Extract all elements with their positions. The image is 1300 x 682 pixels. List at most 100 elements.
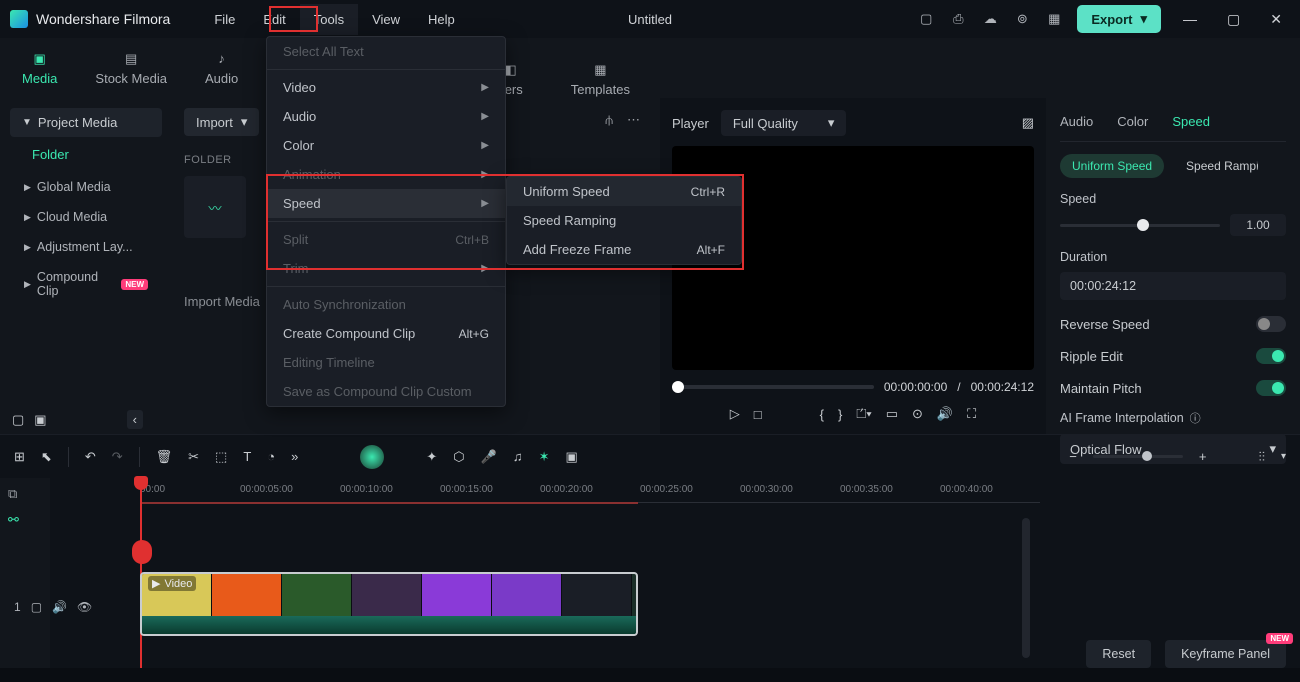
device-icon[interactable]: ▢ [917, 10, 935, 28]
timeline-ruler[interactable]: 00:00 00:00:05:00 00:00:10:00 00:00:15:0… [140, 484, 1040, 512]
shield-icon[interactable]: ⬡ [453, 449, 464, 465]
new-folder-icon[interactable]: ▢ [12, 412, 24, 428]
minimize-button[interactable]: — [1175, 7, 1205, 31]
delete-icon[interactable]: 🗑 [156, 449, 173, 465]
track-folder-icon[interactable]: ▢ [31, 600, 42, 614]
new-bin-icon[interactable]: ▣ [34, 412, 46, 428]
playhead-handle[interactable] [132, 540, 152, 564]
track-mute-icon[interactable]: 🔊 [52, 600, 67, 614]
pitch-toggle[interactable] [1256, 380, 1286, 396]
view-mode-icon[interactable]: ⫶⫶ [1258, 449, 1265, 465]
sidebar-item-compound[interactable]: ▶Compound ClipNEW [10, 262, 162, 306]
marker-tool-icon[interactable]: ▣ [566, 449, 578, 465]
save-icon[interactable]: ⎙ [949, 10, 967, 28]
undo-icon[interactable]: ↶ [85, 449, 96, 465]
sidebar-item-adjustment[interactable]: ▶Adjustment Lay... [10, 232, 162, 262]
snapshot-icon[interactable]: ▨ [1022, 115, 1034, 131]
collapse-icon[interactable]: ‹ [127, 410, 143, 429]
volume-icon[interactable]: 🔊 [937, 406, 953, 422]
filter-icon[interactable]: ⫛ [605, 112, 613, 128]
menu-speed-ramping[interactable]: Speed Ramping [507, 206, 741, 235]
display-icon[interactable]: ▭ [886, 406, 898, 422]
duration-value[interactable]: 00:00:24:12 [1060, 272, 1286, 300]
import-button[interactable]: Import▾ [184, 108, 259, 136]
sidebar-item-cloud[interactable]: ▶Cloud Media [10, 202, 162, 232]
tab-audio[interactable]: ♪ Audio [195, 45, 248, 92]
ai-interp-dropdown[interactable]: Optical Flow▾ [1060, 434, 1286, 464]
menu-view[interactable]: View [358, 4, 414, 35]
keyframe-panel-button[interactable]: Keyframe Panel NEW [1165, 640, 1286, 668]
crop-tool-icon[interactable]: ⬚ [215, 449, 227, 465]
tab-stock-media[interactable]: ▤ Stock Media [85, 45, 177, 92]
camera-icon[interactable]: ⊙ [912, 406, 923, 422]
waveform [142, 616, 636, 634]
crop-icon[interactable]: ⏍▾ [856, 406, 871, 422]
ai-button[interactable] [360, 445, 384, 469]
speed-value[interactable]: 1.00 [1230, 214, 1286, 236]
layout-icon[interactable]: ⊞ [14, 449, 25, 465]
menu-color-sub[interactable]: Color▶ [267, 131, 505, 160]
zoom-slider[interactable] [1093, 455, 1183, 458]
menu-help[interactable]: Help [414, 4, 469, 35]
ripple-toggle[interactable] [1256, 348, 1286, 364]
menu-create-compound[interactable]: Create Compound ClipAlt+G [267, 319, 505, 348]
video-track-clip[interactable]: ▶Video [140, 572, 638, 636]
menu-file[interactable]: File [200, 4, 249, 35]
menu-audio-sub[interactable]: Audio▶ [267, 102, 505, 131]
mic-icon[interactable]: 🎤 [481, 449, 497, 465]
folder-label[interactable]: Folder [10, 137, 162, 172]
tab-media[interactable]: ▣ Media [12, 45, 67, 92]
track-visible-icon[interactable]: 👁 [77, 600, 92, 614]
text-icon[interactable]: T [243, 449, 251, 464]
cloud-icon[interactable]: ☁ [981, 10, 999, 28]
zoom-in-icon[interactable]: + [1199, 449, 1207, 464]
project-media-header[interactable]: ▼ Project Media [10, 108, 162, 137]
play-button[interactable]: ▷ [730, 406, 740, 422]
reset-button[interactable]: Reset [1086, 640, 1151, 668]
export-button[interactable]: Export▾ [1077, 5, 1161, 33]
timeline-scrollbar[interactable] [1022, 518, 1030, 658]
close-button[interactable]: ✕ [1262, 7, 1290, 32]
menu-uniform-speed[interactable]: Uniform SpeedCtrl+R [507, 177, 741, 206]
media-icon: ▣ [30, 51, 50, 67]
subtab-speed-ramping[interactable]: Speed Ramping [1174, 154, 1258, 178]
reverse-toggle[interactable] [1256, 316, 1286, 332]
menu-edit[interactable]: Edit [249, 4, 299, 35]
brace-open-icon[interactable]: { [820, 407, 824, 422]
split-icon[interactable]: ✶ [539, 449, 550, 465]
more-icon[interactable]: ⋯ [627, 112, 640, 128]
menu-tools[interactable]: Tools [300, 4, 358, 35]
maximize-button[interactable]: ▢ [1219, 7, 1248, 32]
tab-audio-props[interactable]: Audio [1060, 114, 1093, 129]
redo-icon[interactable]: ↷ [112, 449, 123, 465]
zoom-out-icon[interactable]: − [1069, 449, 1077, 464]
music-icon[interactable]: ♫ [513, 449, 523, 464]
menu-video[interactable]: Video▶ [267, 73, 505, 102]
clip-thumbnail[interactable]: 〰 [184, 176, 246, 238]
tab-label: Stock Media [95, 71, 167, 86]
reverse-label: Reverse Speed [1060, 317, 1150, 332]
scrub-slider[interactable] [672, 385, 874, 389]
info-icon[interactable]: ⓘ [1190, 410, 1201, 426]
stop-button[interactable]: □ [754, 407, 762, 422]
cut-icon[interactable]: ✂ [188, 449, 199, 465]
magnet-icon[interactable]: ⧉ [8, 486, 42, 502]
more-tools-icon[interactable]: » [291, 449, 298, 464]
menu-speed-sub[interactable]: Speed▶ [267, 189, 505, 218]
speed-slider[interactable] [1060, 224, 1220, 227]
speed-tool-icon[interactable]: ◔ [267, 449, 275, 464]
fullscreen-icon[interactable]: ⛶ [967, 406, 976, 422]
tab-templates[interactable]: ▦Templates [561, 56, 640, 103]
tab-color-props[interactable]: Color [1117, 114, 1148, 129]
brace-close-icon[interactable]: } [838, 407, 842, 422]
grid-icon[interactable]: ▦ [1045, 10, 1063, 28]
effects-icon[interactable]: ✦ [426, 449, 437, 465]
sidebar-item-global[interactable]: ▶Global Media [10, 172, 162, 202]
tab-speed-props[interactable]: Speed [1172, 114, 1210, 129]
support-icon[interactable]: ⊚ [1013, 10, 1031, 28]
menu-add-freeze-frame[interactable]: Add Freeze FrameAlt+F [507, 235, 741, 264]
subtab-uniform-speed[interactable]: Uniform Speed [1060, 154, 1164, 178]
quality-dropdown[interactable]: Full Quality▾ [721, 110, 847, 136]
select-icon[interactable]: ⬉ [41, 449, 52, 465]
link-icon[interactable]: ⚯ [8, 512, 42, 528]
